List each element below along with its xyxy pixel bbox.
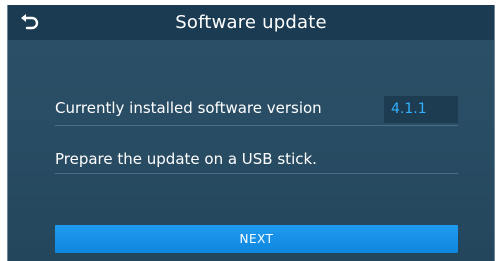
- device-frame: Software update Currently installed soft…: [0, 0, 499, 261]
- prepare-update-text: Prepare the update on a USB stick.: [55, 150, 317, 168]
- prepare-update-row: Prepare the update on a USB stick.: [55, 145, 458, 174]
- installed-version-row: Currently installed software version 4.1…: [55, 93, 458, 126]
- next-button[interactable]: NEXT: [55, 225, 458, 253]
- installed-version-value: 4.1.1: [384, 96, 458, 123]
- installed-version-label: Currently installed software version: [55, 99, 322, 117]
- header-bar: Software update: [8, 5, 494, 40]
- software-update-screen: Software update Currently installed soft…: [7, 5, 495, 261]
- page-title: Software update: [175, 12, 327, 33]
